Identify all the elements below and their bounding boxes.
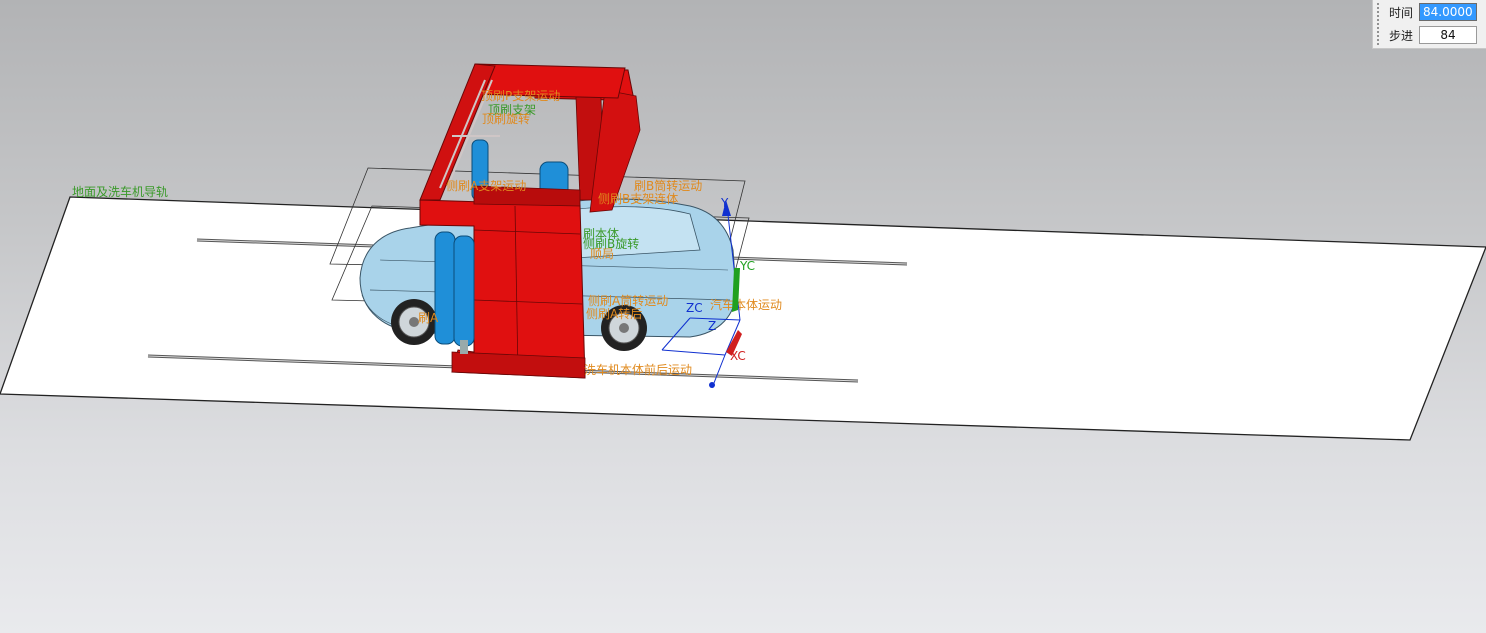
time-label: 时间	[1389, 5, 1414, 20]
label-rotation-b[interactable]: 顺局	[590, 247, 614, 261]
step-input[interactable]	[1419, 26, 1477, 44]
label-top-brush-rotation[interactable]: 顶刷旋转	[482, 111, 530, 126]
step-label: 步进	[1389, 28, 1414, 43]
panel-drag-handle[interactable]	[1376, 2, 1380, 46]
label-brush-lower2[interactable]: 侧刷A转后	[586, 306, 642, 321]
label-brush-lower[interactable]: 侧刷A筒转运动	[588, 293, 668, 308]
side-brush-a[interactable]	[434, 231, 475, 354]
label-axis-y: Y	[720, 196, 729, 210]
animation-control-panel: 时间 步进	[1372, 0, 1486, 49]
label-axis-z: Z	[708, 319, 716, 333]
label-ground-rail[interactable]: 地面及洗车机导轨	[72, 184, 168, 199]
3d-viewport[interactable]: 地面及洗车机导轨 顶刷P支架运动 顶刷支架 顶刷旋转 侧刷A支架运动 刷B筒转运…	[0, 0, 1486, 633]
label-axis-xc: XC	[730, 349, 746, 363]
ground-plane[interactable]	[0, 196, 1486, 441]
label-axis-zc: ZC	[686, 301, 703, 315]
label-body-cluster[interactable]: 侧刷B支架连体	[598, 191, 678, 206]
time-input[interactable]	[1419, 3, 1477, 21]
label-axis-yc: YC	[739, 259, 755, 273]
label-brush-a[interactable]: 刷A	[418, 311, 439, 325]
label-washer-motion[interactable]: 洗车机本体前后运动	[584, 362, 692, 377]
axis-origin-dot	[709, 382, 715, 388]
label-side-brush-b[interactable]: 刷B筒转运动	[634, 178, 702, 193]
label-top-brush-motion[interactable]: 顶刷P支架运动	[481, 89, 560, 103]
label-car-motion[interactable]: 汽车本体运动	[710, 297, 782, 312]
label-side-brush-motion[interactable]: 侧刷A支架运动	[446, 179, 526, 193]
